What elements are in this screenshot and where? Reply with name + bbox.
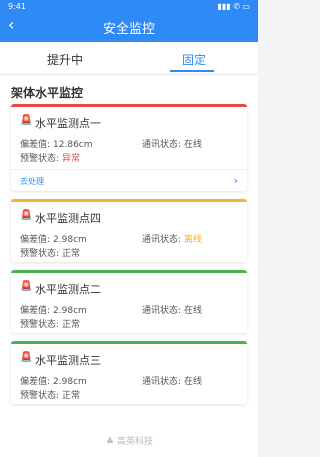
alarm-icon: 🚨 xyxy=(20,210,33,221)
alarm-icon: 🚨 xyxy=(20,281,33,292)
card-status-strip xyxy=(11,270,247,273)
card-status-strip xyxy=(11,341,247,344)
status-time: 9:41 xyxy=(8,2,26,11)
card-status-strip xyxy=(11,104,247,107)
card-status-strip xyxy=(11,199,247,202)
alarm-icon: 🚨 xyxy=(20,352,33,363)
section-title: 架体水平监控 xyxy=(11,86,84,100)
alarm-icon: 🚨 xyxy=(20,115,33,126)
alarm-status-row: 预警状态: 正常 xyxy=(20,391,81,401)
logo-icon: ♣ xyxy=(106,437,115,447)
alarm-status-row: 预警状态: 异常 xyxy=(20,154,81,164)
comm-status-row: 通讯状态: 在线 xyxy=(142,377,203,387)
monitor-card[interactable]: 🚨 水平监测点四 偏差值: 2.98cm 通讯状态: 离线 预警状态: 正常 xyxy=(11,199,247,262)
handle-link[interactable]: 去处理 xyxy=(20,176,44,187)
card-title: 水平监测点一 xyxy=(35,117,101,130)
tab-bar: 提升中 固定 xyxy=(0,42,258,73)
page-title: 安全监控 xyxy=(102,22,155,37)
deviation-row: 偏差值: 2.98cm xyxy=(20,235,87,245)
comm-status-row: 通讯状态: 在线 xyxy=(142,306,203,316)
card-title: 水平监测点三 xyxy=(35,354,101,367)
chevron-right-icon[interactable]: › xyxy=(234,174,238,187)
tab-fixed[interactable]: 固定 xyxy=(182,51,206,68)
card-divider xyxy=(11,169,247,170)
comm-status-row: 通讯状态: 离线 xyxy=(142,235,203,245)
deviation-row: 偏差值: 12.86cm xyxy=(20,140,93,150)
footer-logo: ♣ 高英科技 xyxy=(106,437,153,447)
card-title: 水平监测点二 xyxy=(35,283,101,296)
status-icons: ▮▮▮ ✆ ▭ xyxy=(217,2,250,11)
comm-status-row: 通讯状态: 在线 xyxy=(142,140,203,150)
monitor-card[interactable]: 🚨 水平监测点一 偏差值: 12.86cm 通讯状态: 在线 预警状态: 异常 去处理… xyxy=(11,104,247,191)
card-title: 水平监测点四 xyxy=(35,212,101,225)
deviation-row: 偏差值: 2.98cm xyxy=(20,306,87,316)
monitor-card[interactable]: 🚨 水平监测点二 偏差值: 2.98cm 通讯状态: 在线 预警状态: 正常 xyxy=(11,270,247,333)
deviation-row: 偏差值: 2.98cm xyxy=(20,377,87,387)
alarm-status-row: 预警状态: 正常 xyxy=(20,249,81,259)
app-header: 9:41 ▮▮▮ ✆ ▭ ‹ 安全监控 xyxy=(0,0,258,42)
monitor-card[interactable]: 🚨 水平监测点三 偏差值: 2.98cm 通讯状态: 在线 预警状态: 正常 xyxy=(11,341,247,404)
tab-lifting[interactable]: 提升中 xyxy=(47,51,83,68)
active-tab-indicator xyxy=(170,70,214,72)
alarm-status-row: 预警状态: 正常 xyxy=(20,320,81,330)
